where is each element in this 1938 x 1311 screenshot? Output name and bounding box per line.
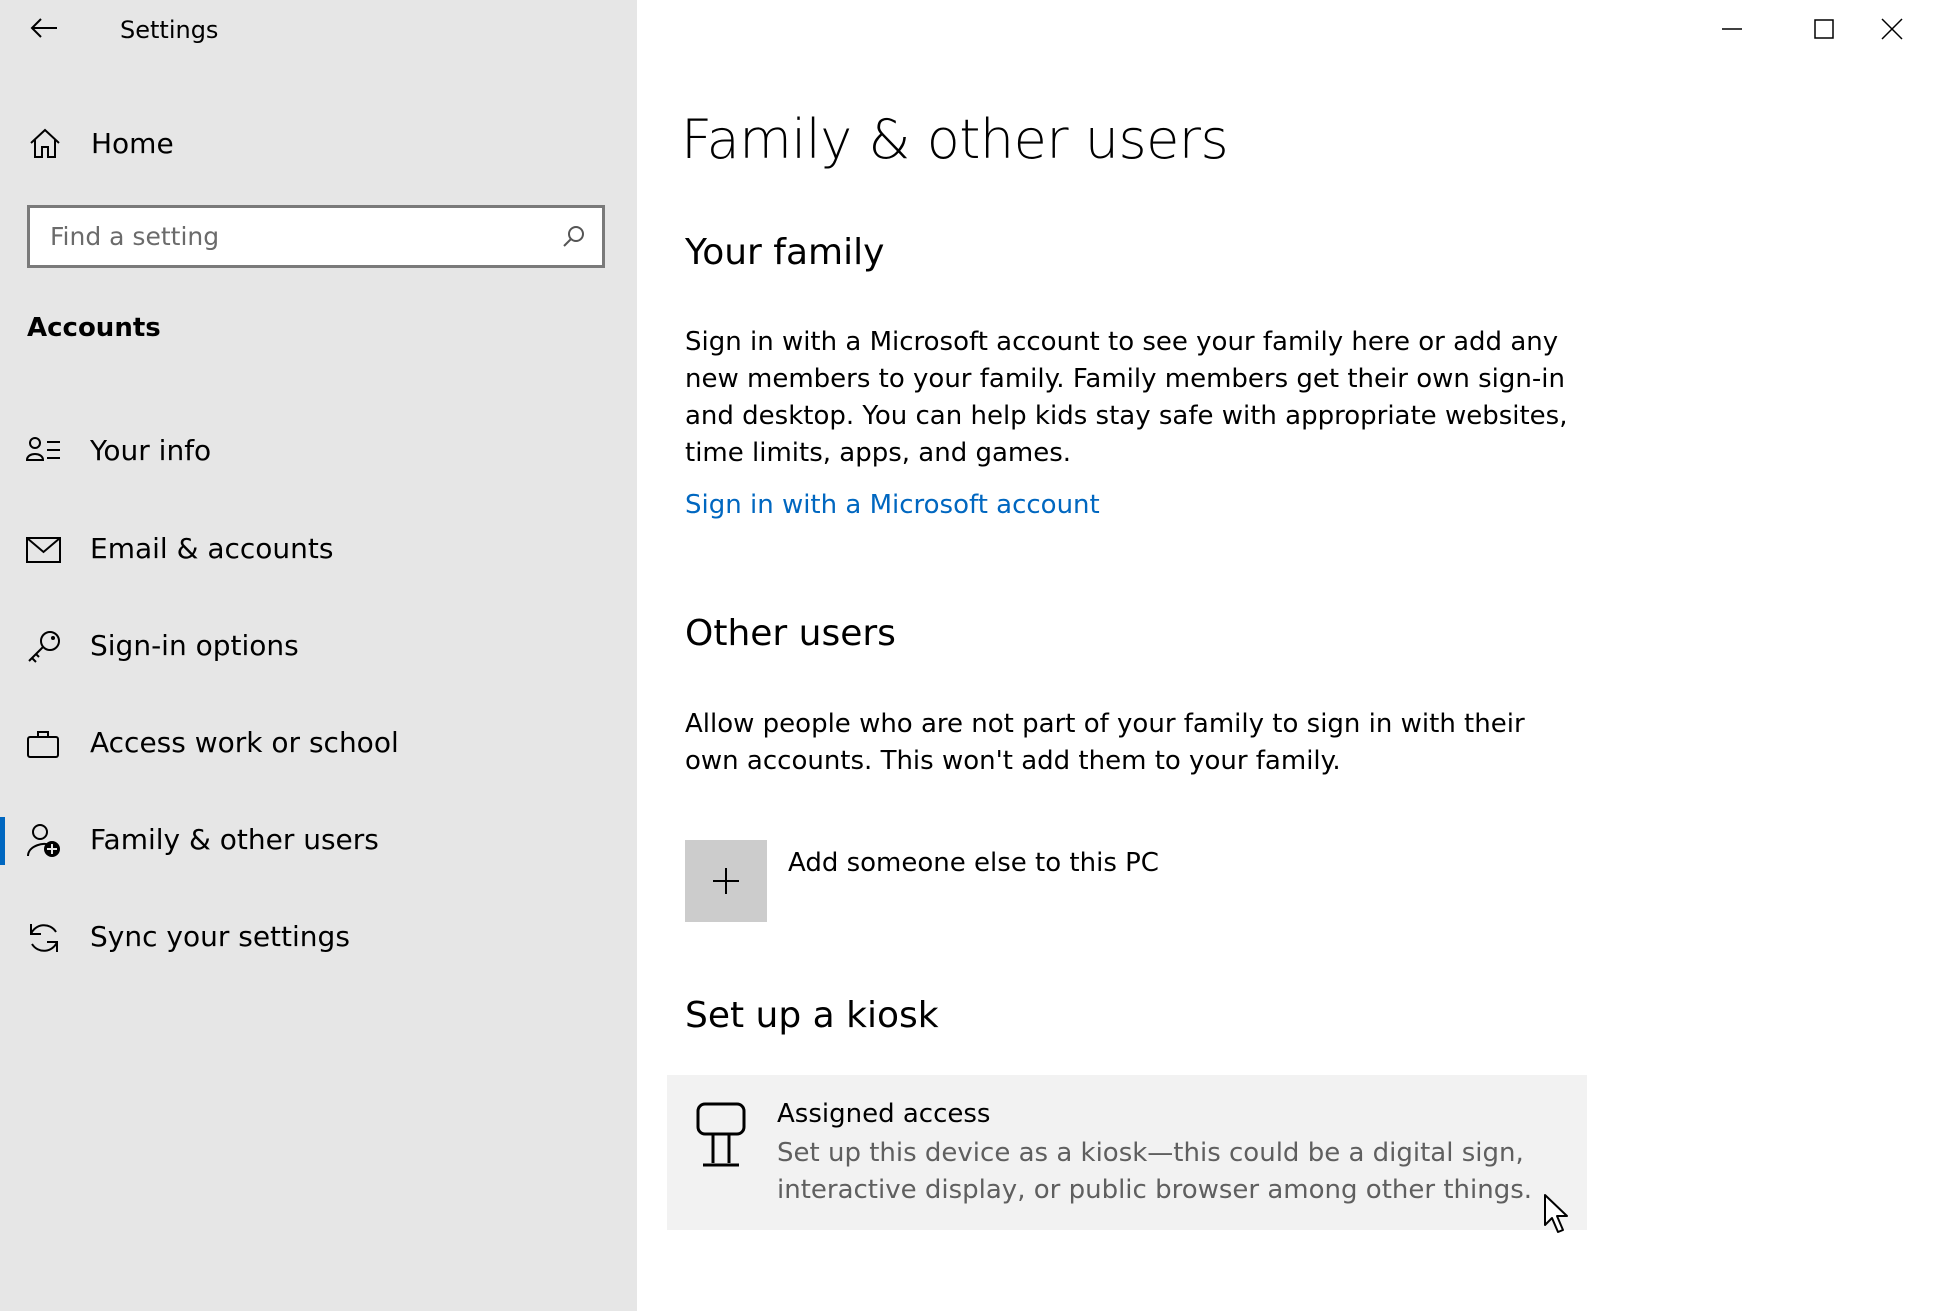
add-someone-button[interactable]: Add someone else to this PC — [685, 840, 1285, 922]
sidebar-item-family-other-users[interactable]: Family & other users — [0, 801, 637, 881]
close-icon — [1881, 18, 1903, 40]
sign-in-microsoft-link[interactable]: Sign in with a Microsoft account — [685, 490, 1100, 520]
assigned-access-card[interactable]: Assigned access Set up this device as a … — [667, 1075, 1587, 1230]
app-title: Settings — [120, 16, 219, 44]
person-add-icon — [27, 824, 60, 857]
mouse-cursor-icon — [1544, 1194, 1568, 1233]
titlebar-left: Settings — [0, 0, 637, 58]
family-description: Sign in with a Microsoft account to see … — [685, 327, 1568, 468]
add-tile — [685, 840, 767, 922]
home-icon — [30, 128, 60, 158]
sidebar-item-label: Sign-in options — [90, 629, 299, 662]
sync-icon — [30, 924, 58, 952]
person-card-icon — [26, 437, 60, 461]
page-title: Family & other users — [681, 108, 1229, 171]
sidebar-item-label: Email & accounts — [90, 532, 334, 565]
search-icon[interactable] — [562, 224, 586, 248]
kiosk-icon — [696, 1102, 746, 1167]
sidebar-item-label: Your info — [90, 434, 212, 467]
plus-icon — [713, 868, 739, 894]
minimize-button[interactable] — [1686, 0, 1778, 58]
maximize-icon — [1814, 19, 1834, 39]
section-label-accounts: Accounts — [27, 313, 161, 343]
briefcase-icon — [27, 731, 59, 758]
close-button[interactable] — [1846, 0, 1938, 58]
other-users-description: Allow people who are not part of your fa… — [685, 709, 1525, 776]
back-button[interactable] — [22, 6, 66, 50]
minimize-icon — [1722, 28, 1742, 30]
search-box — [27, 205, 605, 268]
sidebar-item-label: Family & other users — [90, 823, 379, 856]
section-heading-other-users: Other users — [685, 613, 896, 654]
search-input[interactable] — [30, 208, 540, 265]
sidebar-item-email-accounts[interactable]: Email & accounts — [0, 510, 637, 590]
add-someone-label: Add someone else to this PC — [788, 848, 1159, 878]
section-heading-your-family: Your family — [685, 232, 885, 273]
sidebar-item-sign-in-options[interactable]: Sign-in options — [0, 607, 637, 687]
sidebar-item-access-work-school[interactable]: Access work or school — [0, 704, 637, 784]
sidebar-home-label: Home — [91, 127, 174, 160]
assigned-access-description: Set up this device as a kiosk—this could… — [777, 1138, 1533, 1205]
active-indicator — [0, 817, 5, 865]
sidebar-item-your-info[interactable]: Your info — [0, 412, 637, 492]
sidebar-item-label: Sync your settings — [90, 920, 350, 953]
sidebar-item-label: Access work or school — [90, 726, 399, 759]
back-arrow-icon — [30, 18, 57, 38]
key-icon — [28, 631, 60, 663]
sidebar: Settings Home Accounts Your info Email &… — [0, 0, 637, 1311]
sidebar-home[interactable]: Home — [0, 116, 637, 172]
section-heading-kiosk: Set up a kiosk — [685, 995, 939, 1036]
sidebar-item-sync-settings[interactable]: Sync your settings — [0, 898, 637, 978]
mail-icon — [26, 537, 61, 563]
assigned-access-title: Assigned access — [777, 1099, 991, 1129]
